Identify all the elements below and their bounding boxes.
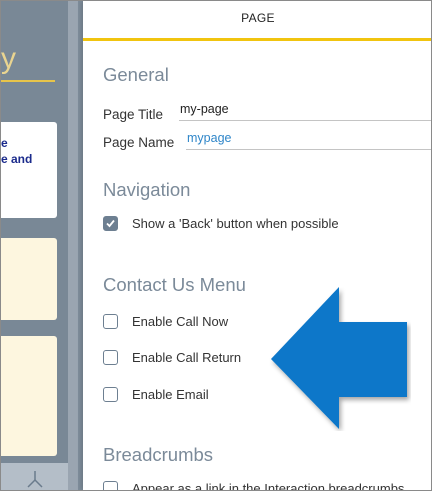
section-title-breadcrumbs: Breadcrumbs <box>103 444 214 465</box>
background-card-text: e e and <box>1 136 33 166</box>
page-name-field[interactable]: mypage <box>186 129 431 150</box>
panel-divider <box>68 1 78 490</box>
left-arrow-annotation <box>271 287 407 429</box>
email-checkbox[interactable] <box>103 387 118 402</box>
panel-header-title: PAGE <box>241 10 275 25</box>
panel-header: PAGE <box>83 1 431 41</box>
call-now-label: Enable Call Now <box>132 314 229 329</box>
call-return-label: Enable Call Return <box>132 350 242 365</box>
background-title: y <box>1 42 16 75</box>
check-icon <box>106 219 115 228</box>
breadcrumb-link-option[interactable]: Appear as a link in the Interaction brea… <box>103 481 405 491</box>
background-toolbar <box>1 463 68 490</box>
email-option[interactable]: Enable Email <box>103 387 209 402</box>
section-title-navigation: Navigation <box>103 179 191 200</box>
network-icon <box>27 471 43 488</box>
breadcrumb-link-label: Appear as a link in the Interaction brea… <box>132 481 405 491</box>
call-now-checkbox[interactable] <box>103 314 118 329</box>
call-return-checkbox[interactable] <box>103 350 118 365</box>
back-button-checkbox[interactable] <box>103 216 118 231</box>
section-title-contact-us: Contact Us Menu <box>103 274 246 295</box>
screenshot-frame: y e e and PAGE General Page Title my-pag… <box>0 0 432 491</box>
breadcrumb-link-checkbox[interactable] <box>103 481 118 490</box>
section-title-general: General <box>103 64 169 85</box>
page-name-label: Page Name <box>103 135 175 150</box>
background-title-underline <box>1 80 55 82</box>
background-card <box>1 238 57 320</box>
page-title-field[interactable]: my-page <box>179 100 431 121</box>
back-button-option[interactable]: Show a 'Back' button when possible <box>103 216 339 231</box>
call-now-option[interactable]: Enable Call Now <box>103 314 228 329</box>
back-button-label: Show a 'Back' button when possible <box>132 216 339 231</box>
call-return-option[interactable]: Enable Call Return <box>103 350 241 365</box>
email-label: Enable Email <box>132 387 209 402</box>
background-card <box>1 336 57 456</box>
page-title-label: Page Title <box>103 107 164 122</box>
